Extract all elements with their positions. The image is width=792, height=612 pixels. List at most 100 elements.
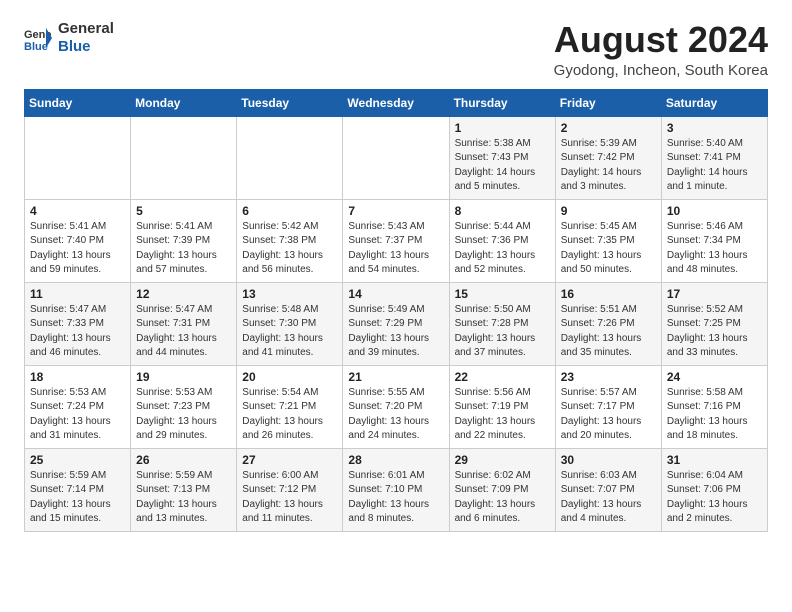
- day-number: 21: [348, 370, 443, 384]
- calendar-cell-week2-day1: 4 Sunrise: 5:41 AM Sunset: 7:40 PM Daylig…: [25, 199, 131, 282]
- calendar-cell-week3-day5: 15 Sunrise: 5:50 AM Sunset: 7:28 PM Dayli…: [449, 282, 555, 365]
- day-info: Sunrise: 5:52 AM Sunset: 7:25 PM Dayligh…: [667, 303, 762, 361]
- logo: General Blue General Blue: [24, 20, 114, 56]
- calendar-cell-week4-day2: 19Sunrise: 5:53 AM Sunset: 7:23 PM Dayli…: [131, 365, 237, 448]
- calendar-cell-week2-day2: 5 Sunrise: 5:41 AM Sunset: 7:39 PM Daylig…: [131, 199, 237, 282]
- day-info: Sunrise: 6:04 AM Sunset: 7:06 PM Dayligh…: [667, 469, 762, 527]
- calendar-cell-week1-day2: [131, 116, 237, 199]
- logo-general: General: [58, 20, 114, 37]
- day-info: Sunrise: 5:54 AM Sunset: 7:21 PM Dayligh…: [242, 386, 337, 444]
- weekday-header-row: SundayMondayTuesdayWednesdayThursdayFrid…: [25, 89, 768, 116]
- calendar-cell-week4-day7: 24 Sunrise: 5:58 AM Sunset: 7:16 PM Dayli…: [661, 365, 767, 448]
- calendar-cell-week4-day1: 18 Sunrise: 5:53 AM Sunset: 7:24 PM Dayli…: [25, 365, 131, 448]
- day-info: Sunrise: 5:45 AM Sunset: 7:35 PM Dayligh…: [561, 220, 656, 278]
- day-info: Sunrise: 5:47 AM Sunset: 7:31 PM Dayligh…: [136, 303, 231, 361]
- calendar-cell-week4-day3: 20 Sunrise: 5:54 AM Sunset: 7:21 PM Dayli…: [237, 365, 343, 448]
- day-info: Sunrise: 6:00 AM Sunset: 7:12 PM Dayligh…: [242, 469, 337, 527]
- weekday-header-tuesday: Tuesday: [237, 89, 343, 116]
- day-number: 22: [455, 370, 550, 384]
- calendar-cell-week5-day1: 25Sunrise: 5:59 AM Sunset: 7:14 PM Dayli…: [25, 448, 131, 531]
- day-number: 6: [242, 204, 337, 218]
- day-number: 11: [30, 287, 125, 301]
- day-info: Sunrise: 6:03 AM Sunset: 7:07 PM Dayligh…: [561, 469, 656, 527]
- day-info: Sunrise: 6:01 AM Sunset: 7:10 PM Dayligh…: [348, 469, 443, 527]
- day-info: Sunrise: 5:51 AM Sunset: 7:26 PM Dayligh…: [561, 303, 656, 361]
- day-number: 10: [667, 204, 762, 218]
- calendar-table: SundayMondayTuesdayWednesdayThursdayFrid…: [24, 89, 768, 532]
- calendar-cell-week5-day4: 28 Sunrise: 6:01 AM Sunset: 7:10 PM Dayli…: [343, 448, 449, 531]
- day-info: Sunrise: 5:53 AM Sunset: 7:23 PM Dayligh…: [136, 386, 231, 444]
- calendar-week-1: 1 Sunrise: 5:38 AM Sunset: 7:43 PM Daylig…: [25, 116, 768, 199]
- calendar-week-3: 11Sunrise: 5:47 AM Sunset: 7:33 PM Dayli…: [25, 282, 768, 365]
- day-info: Sunrise: 5:42 AM Sunset: 7:38 PM Dayligh…: [242, 220, 337, 278]
- day-info: Sunrise: 5:48 AM Sunset: 7:30 PM Dayligh…: [242, 303, 337, 361]
- calendar-cell-week2-day3: 6 Sunrise: 5:42 AM Sunset: 7:38 PM Daylig…: [237, 199, 343, 282]
- calendar-cell-week5-day5: 29 Sunrise: 6:02 AM Sunset: 7:09 PM Dayli…: [449, 448, 555, 531]
- calendar-cell-week4-day6: 23 Sunrise: 5:57 AM Sunset: 7:17 PM Dayli…: [555, 365, 661, 448]
- day-info: Sunrise: 5:43 AM Sunset: 7:37 PM Dayligh…: [348, 220, 443, 278]
- calendar-cell-week4-day5: 22 Sunrise: 5:56 AM Sunset: 7:19 PM Dayli…: [449, 365, 555, 448]
- day-info: Sunrise: 5:55 AM Sunset: 7:20 PM Dayligh…: [348, 386, 443, 444]
- header: General Blue General Blue August 2024 Gy…: [24, 20, 768, 79]
- day-number: 4: [30, 204, 125, 218]
- day-info: Sunrise: 5:50 AM Sunset: 7:28 PM Dayligh…: [455, 303, 550, 361]
- day-number: 16: [561, 287, 656, 301]
- day-number: 15: [455, 287, 550, 301]
- day-info: Sunrise: 5:41 AM Sunset: 7:40 PM Dayligh…: [30, 220, 125, 278]
- day-info: Sunrise: 5:41 AM Sunset: 7:39 PM Dayligh…: [136, 220, 231, 278]
- day-info: Sunrise: 5:59 AM Sunset: 7:13 PM Dayligh…: [136, 469, 231, 527]
- day-number: 5: [136, 204, 231, 218]
- day-number: 27: [242, 453, 337, 467]
- day-number: 25: [30, 453, 125, 467]
- day-info: Sunrise: 5:38 AM Sunset: 7:43 PM Dayligh…: [455, 137, 550, 195]
- day-info: Sunrise: 5:44 AM Sunset: 7:36 PM Dayligh…: [455, 220, 550, 278]
- weekday-header-friday: Friday: [555, 89, 661, 116]
- day-number: 26: [136, 453, 231, 467]
- day-info: Sunrise: 5:56 AM Sunset: 7:19 PM Dayligh…: [455, 386, 550, 444]
- day-number: 8: [455, 204, 550, 218]
- day-number: 24: [667, 370, 762, 384]
- svg-text:Blue: Blue: [24, 41, 48, 52]
- calendar-week-4: 18 Sunrise: 5:53 AM Sunset: 7:24 PM Dayli…: [25, 365, 768, 448]
- calendar-cell-week1-day7: 3Sunrise: 5:40 AM Sunset: 7:41 PM Daylig…: [661, 116, 767, 199]
- calendar-cell-week1-day5: 1 Sunrise: 5:38 AM Sunset: 7:43 PM Daylig…: [449, 116, 555, 199]
- day-number: 29: [455, 453, 550, 467]
- calendar-cell-week1-day1: [25, 116, 131, 199]
- day-number: 30: [561, 453, 656, 467]
- day-number: 28: [348, 453, 443, 467]
- day-number: 9: [561, 204, 656, 218]
- day-info: Sunrise: 5:58 AM Sunset: 7:16 PM Dayligh…: [667, 386, 762, 444]
- calendar-cell-week3-day4: 14 Sunrise: 5:49 AM Sunset: 7:29 PM Dayli…: [343, 282, 449, 365]
- day-number: 14: [348, 287, 443, 301]
- calendar-cell-week2-day5: 8 Sunrise: 5:44 AM Sunset: 7:36 PM Daylig…: [449, 199, 555, 282]
- calendar-cell-week3-day7: 17Sunrise: 5:52 AM Sunset: 7:25 PM Dayli…: [661, 282, 767, 365]
- day-number: 20: [242, 370, 337, 384]
- calendar-cell-week1-day6: 2Sunrise: 5:39 AM Sunset: 7:42 PM Daylig…: [555, 116, 661, 199]
- main-title: August 2024: [554, 20, 768, 60]
- day-number: 18: [30, 370, 125, 384]
- weekday-header-wednesday: Wednesday: [343, 89, 449, 116]
- calendar-cell-week5-day3: 27 Sunrise: 6:00 AM Sunset: 7:12 PM Dayli…: [237, 448, 343, 531]
- day-info: Sunrise: 6:02 AM Sunset: 7:09 PM Dayligh…: [455, 469, 550, 527]
- calendar-cell-week1-day4: [343, 116, 449, 199]
- day-number: 7: [348, 204, 443, 218]
- day-info: Sunrise: 5:53 AM Sunset: 7:24 PM Dayligh…: [30, 386, 125, 444]
- day-number: 1: [455, 121, 550, 135]
- calendar-cell-week3-day3: 13Sunrise: 5:48 AM Sunset: 7:30 PM Dayli…: [237, 282, 343, 365]
- weekday-header-monday: Monday: [131, 89, 237, 116]
- weekday-header-thursday: Thursday: [449, 89, 555, 116]
- calendar-cell-week3-day6: 16 Sunrise: 5:51 AM Sunset: 7:26 PM Dayli…: [555, 282, 661, 365]
- day-number: 31: [667, 453, 762, 467]
- day-number: 23: [561, 370, 656, 384]
- day-info: Sunrise: 5:57 AM Sunset: 7:17 PM Dayligh…: [561, 386, 656, 444]
- calendar-cell-week1-day3: [237, 116, 343, 199]
- logo-text: General Blue: [58, 20, 114, 56]
- title-area: August 2024 Gyodong, Incheon, South Kore…: [554, 20, 768, 79]
- logo-blue: Blue: [58, 38, 91, 55]
- calendar-cell-week5-day6: 30 Sunrise: 6:03 AM Sunset: 7:07 PM Dayli…: [555, 448, 661, 531]
- logo-icon: General Blue: [24, 24, 52, 52]
- subtitle: Gyodong, Incheon, South Korea: [554, 62, 768, 79]
- day-info: Sunrise: 5:49 AM Sunset: 7:29 PM Dayligh…: [348, 303, 443, 361]
- day-number: 12: [136, 287, 231, 301]
- weekday-header-saturday: Saturday: [661, 89, 767, 116]
